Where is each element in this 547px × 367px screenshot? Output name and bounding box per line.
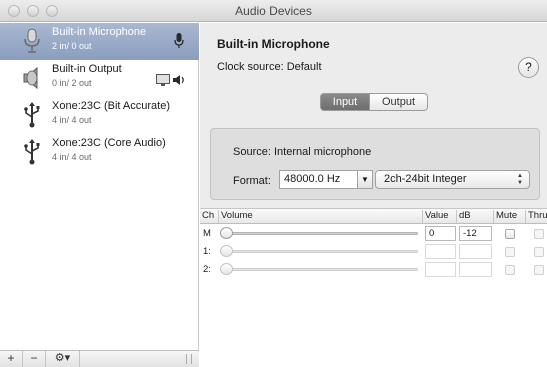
column-value[interactable]: Value — [423, 210, 457, 223]
device-io: 0 in/ 2 out — [52, 78, 92, 88]
title-bar: Audio Devices — [0, 0, 547, 22]
help-button[interactable]: ? — [518, 57, 539, 78]
thru-checkbox[interactable] — [534, 265, 544, 275]
stream-settings-panel: Source: Internal microphone Format: 4800… — [210, 128, 540, 200]
column-volume[interactable]: Volume — [219, 210, 423, 223]
table-row: M 0 -12 — [200, 225, 547, 242]
display-icon — [156, 74, 170, 86]
bit-format-popup[interactable]: 2ch-24bit Integer ▲ ▼ — [375, 170, 530, 189]
device-title: Built-in Microphone — [217, 37, 330, 51]
db-field[interactable] — [459, 262, 492, 277]
device-io: 4 in/ 4 out — [52, 152, 92, 162]
volume-slider-knob[interactable] — [220, 227, 233, 239]
device-detail-pane: Built-in Microphone Clock source: Defaul… — [200, 23, 547, 367]
volume-slider-knob[interactable] — [220, 245, 233, 257]
add-device-button[interactable]: + — [0, 351, 23, 367]
device-item-built-in-output[interactable]: Built-in Output 0 in/ 2 out — [0, 60, 199, 97]
device-item-built-in-microphone[interactable]: Built-in Microphone 2 in/ 0 out — [0, 23, 199, 60]
table-row: 1: — [200, 243, 547, 260]
device-name: Built-in Microphone — [52, 26, 147, 38]
usb-icon — [24, 102, 40, 128]
remove-device-button[interactable]: − — [23, 351, 46, 367]
column-thru[interactable]: Thru — [526, 210, 547, 223]
output-speaker-icon — [173, 75, 184, 85]
mute-checkbox[interactable] — [505, 247, 515, 257]
volume-slider-track[interactable] — [222, 250, 418, 253]
channel-label: 2: — [203, 264, 211, 275]
value-field[interactable]: 0 — [425, 226, 456, 241]
device-name: Xone:23C (Bit Accurate) — [52, 100, 171, 112]
device-list: Built-in Microphone 2 in/ 0 out Built-in… — [0, 23, 199, 367]
column-mute[interactable]: Mute — [494, 210, 526, 223]
thru-checkbox[interactable] — [534, 229, 544, 239]
tab-output[interactable]: Output — [370, 93, 428, 111]
device-name: Xone:23C (Core Audio) — [52, 137, 166, 149]
clock-source-label: Clock source: Default — [217, 61, 322, 73]
sample-rate-dropdown-button[interactable]: ▼ — [358, 170, 373, 189]
chevron-updown-icon: ▲ ▼ — [517, 173, 523, 186]
column-ch[interactable]: Ch — [200, 210, 219, 223]
source-label: Source: Internal microphone — [233, 146, 372, 158]
channel-label: 1: — [203, 246, 211, 257]
resize-handle[interactable] — [186, 354, 192, 364]
input-microphone-icon — [174, 33, 184, 48]
device-io: 4 in/ 4 out — [52, 115, 92, 125]
sample-rate-field[interactable]: 48000.0 Hz — [279, 170, 358, 189]
column-db[interactable]: dB — [457, 210, 494, 223]
value-field[interactable] — [425, 244, 456, 259]
device-list-toolbar: + − ⚙▾ — [0, 350, 199, 367]
speaker-icon — [23, 66, 38, 90]
device-io: 2 in/ 0 out — [52, 41, 92, 51]
gear-menu-button[interactable]: ⚙▾ — [46, 351, 80, 367]
channel-label: M — [203, 228, 211, 239]
mute-checkbox[interactable] — [505, 265, 515, 275]
mute-checkbox[interactable] — [505, 229, 515, 239]
volume-slider-track[interactable] — [222, 232, 418, 235]
tab-input[interactable]: Input — [320, 93, 370, 111]
volume-slider-knob[interactable] — [220, 263, 233, 275]
db-field[interactable]: -12 — [459, 226, 492, 241]
format-label: Format: — [233, 175, 271, 187]
table-row: 2: — [200, 261, 547, 278]
device-item-xone-bit-accurate[interactable]: Xone:23C (Bit Accurate) 4 in/ 4 out — [0, 97, 199, 134]
thru-checkbox[interactable] — [534, 247, 544, 257]
device-item-xone-core-audio[interactable]: Xone:23C (Core Audio) 4 in/ 4 out — [0, 134, 199, 171]
db-field[interactable] — [459, 244, 492, 259]
device-name: Built-in Output — [52, 63, 122, 75]
volume-slider-track[interactable] — [222, 268, 418, 271]
value-field[interactable] — [425, 262, 456, 277]
microphone-icon — [24, 28, 40, 53]
channel-table: Ch Volume Value dB Mute Thru M 0 -12 1: — [200, 208, 547, 367]
bit-format-value: 2ch-24bit Integer — [384, 173, 467, 185]
usb-icon — [24, 139, 40, 165]
window-title: Audio Devices — [235, 4, 312, 18]
channel-table-header: Ch Volume Value dB Mute Thru — [200, 209, 547, 224]
